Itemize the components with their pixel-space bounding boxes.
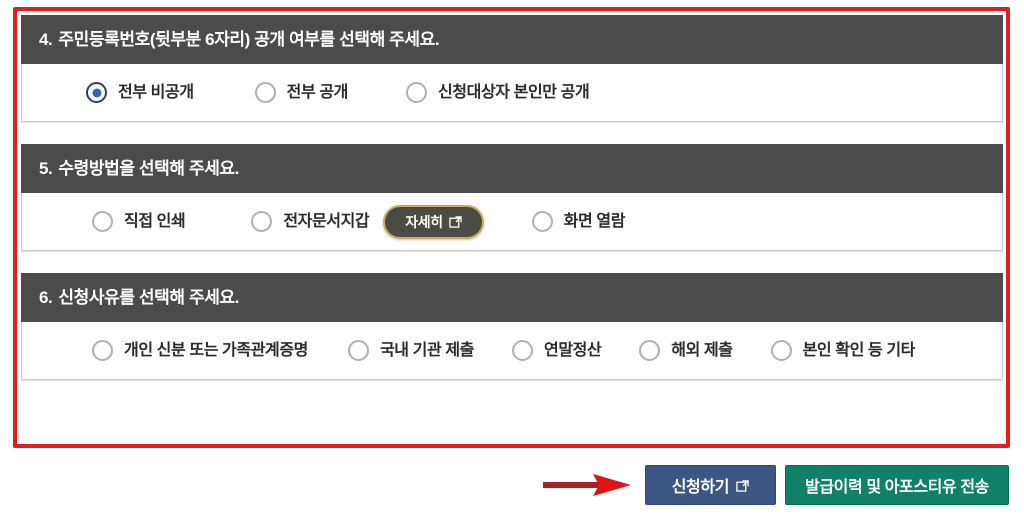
section-4-body: 전부 비공개 전부 공개 신청대상자 본인만 공개	[21, 64, 1003, 122]
radio-option-electronic-wallet[interactable]: 전자문서지갑	[251, 211, 370, 232]
radio-mark-icon[interactable]	[254, 82, 276, 103]
external-link-icon	[736, 479, 749, 492]
radio-label: 전부 비공개	[118, 83, 194, 101]
radio-label: 화면 열람	[563, 212, 626, 230]
radio-mark-icon[interactable]	[92, 211, 113, 232]
detail-button-label: 자세히	[405, 213, 443, 230]
radio-mark-icon[interactable]	[531, 211, 553, 232]
radio-label: 개인 신분 또는 가족관계증명	[124, 341, 308, 359]
radio-label: 본인 확인 등 기타	[802, 341, 916, 359]
radio-mark-icon[interactable]	[405, 82, 427, 103]
radio-label: 국내 기관 제출	[379, 341, 474, 359]
radio-option-domestic-submission[interactable]: 국내 기관 제출	[347, 340, 474, 361]
action-row: 신청하기 발급이력 및 아포스티유 전송	[0, 462, 1024, 508]
radio-mark-icon[interactable]	[92, 340, 113, 361]
section-6: 6. 신청사유를 선택해 주세요. 개인 신분 또는 가족관계증명 국내 기관 …	[21, 273, 1003, 380]
history-and-apostille-button[interactable]: 발급이력 및 아포스티유 전송	[785, 465, 1009, 505]
radio-mark-icon[interactable]	[251, 211, 273, 232]
radio-label: 신청대상자 본인만 공개	[437, 83, 590, 101]
detail-button[interactable]: 자세히	[383, 204, 484, 239]
section-5-title: 수령방법을 선택해 주세요.	[58, 159, 239, 178]
radio-option-screen-view[interactable]: 화면 열람	[531, 211, 626, 232]
section-5-body: 직접 인쇄 전자문서지갑 자세히 화면 열람	[21, 193, 1003, 251]
radio-label: 전자문서지갑	[283, 212, 370, 230]
radio-option-overseas-submission[interactable]: 해외 제출	[639, 340, 733, 361]
section-5-header: 5. 수령방법을 선택해 주세요.	[21, 144, 1003, 193]
radio-mark-icon[interactable]	[86, 82, 107, 103]
radio-option-year-end-settlement[interactable]: 연말정산	[512, 340, 602, 361]
radio-mark-icon[interactable]	[639, 340, 661, 361]
radio-option-personal-identity[interactable]: 개인 신분 또는 가족관계증명	[92, 340, 308, 361]
section-6-title: 신청사유를 선택해 주세요.	[58, 288, 239, 307]
section-6-body: 개인 신분 또는 가족관계증명 국내 기관 제출 연말정산 해외 제출 본인 확…	[21, 322, 1003, 380]
radio-label: 직접 인쇄	[124, 212, 186, 230]
apply-button[interactable]: 신청하기	[644, 465, 777, 505]
radio-label: 연말정산	[544, 341, 602, 359]
radio-label: 전부 공개	[286, 83, 349, 101]
section-4-number: 4.	[39, 30, 53, 49]
history-button-label: 발급이력 및 아포스티유 전송	[805, 479, 989, 496]
radio-option-all-private[interactable]: 전부 비공개	[86, 82, 194, 103]
section-4: 4. 주민등록번호(뒷부분 6자리) 공개 여부를 선택해 주세요. 전부 비공…	[21, 15, 1003, 122]
external-link-icon	[448, 215, 462, 228]
radio-mark-icon[interactable]	[770, 340, 792, 361]
radio-option-applicant-only[interactable]: 신청대상자 본인만 공개	[405, 82, 590, 103]
right-arrow-annotation-icon	[542, 472, 635, 498]
apply-button-label: 신청하기	[671, 479, 730, 496]
radio-option-direct-print[interactable]: 직접 인쇄	[92, 211, 186, 232]
radio-mark-icon[interactable]	[347, 340, 369, 361]
section-4-header: 4. 주민등록번호(뒷부분 6자리) 공개 여부를 선택해 주세요.	[21, 15, 1003, 64]
radio-mark-icon[interactable]	[512, 340, 533, 361]
radio-option-identity-verification-etc[interactable]: 본인 확인 등 기타	[770, 340, 916, 361]
form-area: 4. 주민등록번호(뒷부분 6자리) 공개 여부를 선택해 주세요. 전부 비공…	[21, 15, 1003, 440]
section-6-header: 6. 신청사유를 선택해 주세요.	[21, 273, 1003, 322]
section-5: 5. 수령방법을 선택해 주세요. 직접 인쇄 전자문서지갑 자세히 화면 열람	[21, 144, 1003, 251]
section-6-number: 6.	[39, 288, 53, 307]
section-4-title: 주민등록번호(뒷부분 6자리) 공개 여부를 선택해 주세요.	[58, 30, 440, 49]
radio-option-all-public[interactable]: 전부 공개	[254, 82, 349, 103]
radio-label: 해외 제출	[671, 341, 733, 359]
section-5-number: 5.	[39, 159, 53, 178]
